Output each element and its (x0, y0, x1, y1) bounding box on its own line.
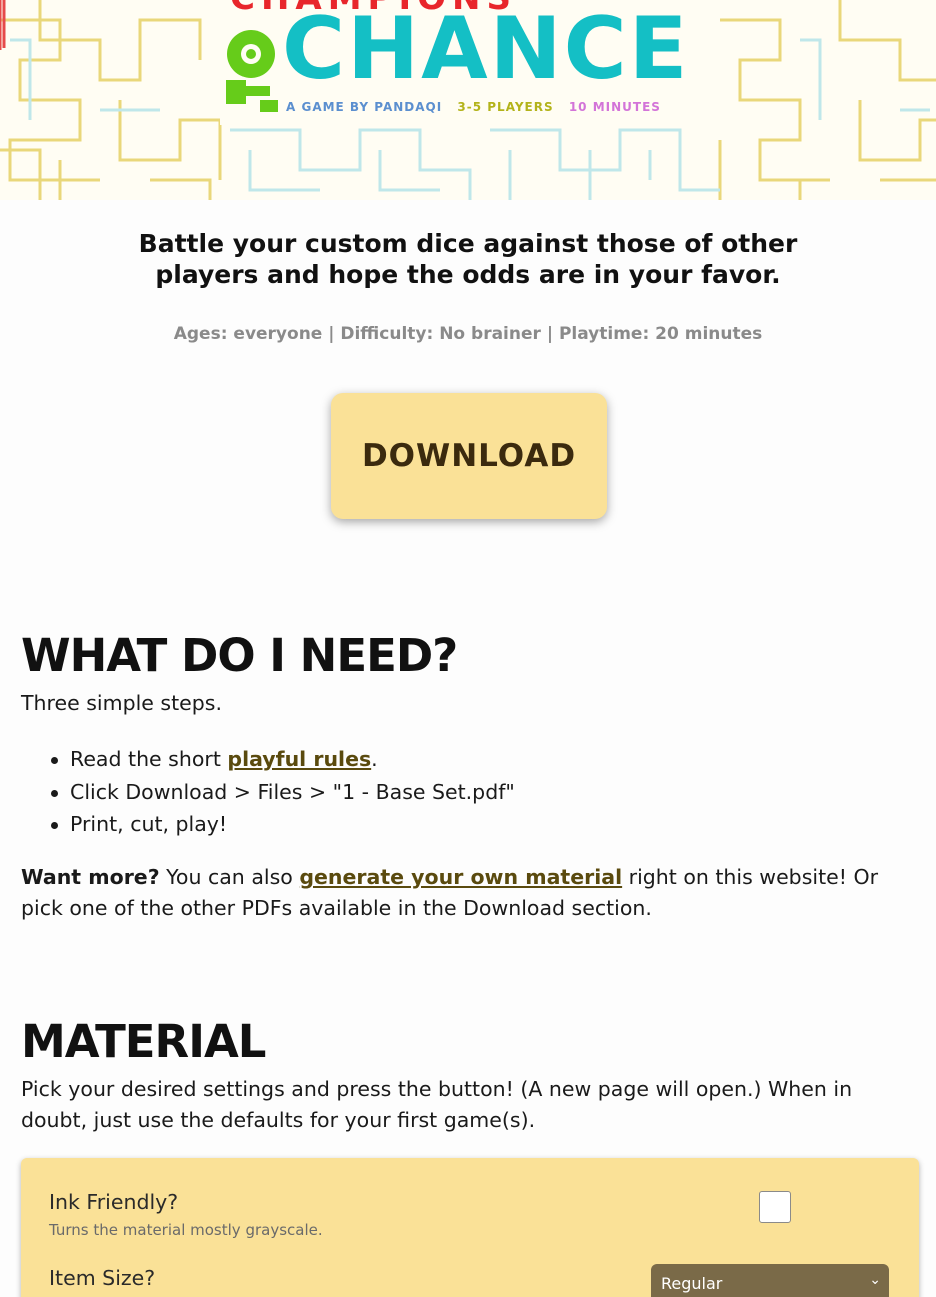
game-meta: Ages: everyone | Difficulty: No brainer … (173, 324, 763, 344)
logo-main-text: CHANCE (282, 0, 690, 99)
want-more-text: You can also (159, 865, 300, 889)
step1-end: . (371, 747, 378, 771)
download-button-label: DOWNLOAD (361, 438, 577, 474)
list-item: Click Download > Files > "1 - Base Set.p… (50, 776, 515, 809)
of-icon (226, 30, 278, 112)
byline-players: 3-5 PLAYERS (457, 100, 554, 114)
game-logo: CHAMPIONS CHANCE A GAME BY PANDAQI 3-5 P… (220, 0, 720, 125)
ink-friendly-help: Turns the material mostly grayscale. (49, 1221, 323, 1239)
steps-list: Read the short playful rules. Click Down… (50, 743, 515, 841)
item-size-value: Regular (661, 1274, 723, 1293)
rules-link[interactable]: playful rules (227, 747, 371, 771)
generate-material-link[interactable]: generate your own material (299, 865, 622, 889)
download-button[interactable]: DOWNLOAD (331, 393, 607, 519)
want-more-bold: Want more? (21, 865, 160, 889)
byline-studio: A GAME BY PANDAQI (286, 100, 443, 114)
chevron-down-icon: ⌄ (869, 1272, 881, 1288)
item-size-select[interactable]: Regular ⌄ (651, 1264, 889, 1297)
need-intro: Three simple steps. (21, 691, 222, 715)
material-heading: MATERIAL (21, 1015, 266, 1068)
tagline: Battle your custom dice against those of… (138, 229, 798, 289)
settings-panel: Ink Friendly? Turns the material mostly … (21, 1158, 919, 1297)
list-item: Print, cut, play! (50, 808, 515, 841)
ink-friendly-checkbox[interactable] (759, 1191, 791, 1223)
step1-text: Read the short (70, 747, 228, 771)
header-banner: CHAMPIONS CHANCE A GAME BY PANDAQI 3-5 P… (0, 0, 936, 200)
list-item: Read the short playful rules. (50, 743, 515, 776)
logo-byline: A GAME BY PANDAQI 3-5 PLAYERS 10 MINUTES (286, 100, 661, 114)
material-intro: Pick your desired settings and press the… (21, 1077, 853, 1132)
want-more-paragraph: Want more? You can also generate your ow… (21, 862, 901, 924)
byline-time: 10 MINUTES (568, 100, 661, 114)
need-heading: WHAT DO I NEED? (21, 629, 458, 682)
ink-friendly-label: Ink Friendly? (49, 1190, 179, 1214)
item-size-label: Item Size? (49, 1266, 156, 1290)
